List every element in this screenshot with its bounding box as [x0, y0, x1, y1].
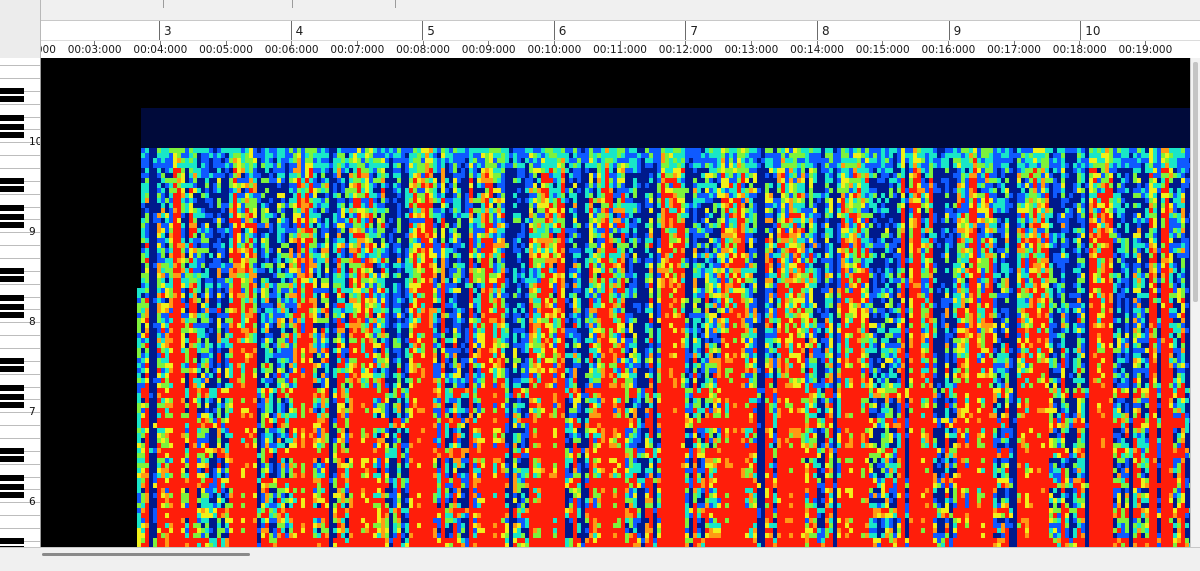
time-label: 00:19:000 [1118, 44, 1172, 56]
piano-black-key[interactable] [0, 205, 24, 211]
piano-black-key[interactable] [0, 178, 24, 184]
time-ruler[interactable]: 00:02:000 00:03:000 00:04:000 00:05:000 00:0… [41, 40, 1200, 60]
spectrogram-editor: 345678910 00:02:00000:03:00000:04:00000:… [0, 0, 1200, 570]
piano-black-key[interactable] [0, 276, 24, 282]
measure-number: 10 [1085, 24, 1100, 38]
time-label: 00:10:000 [527, 44, 581, 56]
piano-black-key[interactable] [0, 124, 24, 130]
time-label: 00:08:000 [396, 44, 450, 56]
white-key-separator [0, 258, 40, 259]
piano-black-key[interactable] [0, 475, 24, 481]
time-label: 00:12:000 [659, 44, 713, 56]
piano-black-key[interactable] [0, 394, 24, 400]
piano-black-key[interactable] [0, 456, 24, 462]
measure-ruler[interactable]: 3 4 5 6 7 8 9 10 [41, 20, 1200, 40]
octave-label: 7 [29, 407, 36, 418]
time-label: 00:11:000 [593, 44, 647, 56]
time-label: 00:04:000 [133, 44, 187, 56]
piano-black-key[interactable] [0, 484, 24, 490]
piano-black-key[interactable] [0, 448, 24, 454]
white-key-separator [0, 425, 40, 426]
measure-number: 6 [559, 24, 567, 38]
piano-black-key[interactable] [0, 214, 24, 220]
piano-black-key[interactable] [0, 312, 24, 318]
white-key-separator [0, 194, 40, 195]
measure-marker[interactable]: 9 [949, 21, 950, 40]
time-label: 00:06:000 [265, 44, 319, 56]
spectrogram-view[interactable] [41, 58, 1190, 547]
octave-label: 9 [29, 227, 36, 238]
spectrogram-canvas[interactable] [41, 58, 1190, 547]
white-key-separator [0, 155, 40, 156]
octave-label: 6 [29, 497, 36, 508]
white-key-separator [0, 284, 40, 285]
white-key-separator [0, 78, 40, 79]
measure-marker[interactable]: 6 [554, 21, 555, 40]
white-key-separator [0, 104, 40, 105]
time-label: 00:16:000 [921, 44, 975, 56]
measure-number: 5 [427, 24, 435, 38]
white-key-separator [0, 528, 40, 529]
white-key-separator [0, 438, 40, 439]
horizontal-scrollbar[interactable] [0, 547, 1200, 571]
top-strip-tick [163, 0, 164, 8]
measure-marker[interactable]: 4 [291, 21, 292, 40]
time-label: 00:18:000 [1053, 44, 1107, 56]
time-label: 00:14:000 [790, 44, 844, 56]
time-label: 00:07:000 [330, 44, 384, 56]
measure-marker[interactable]: 10 [1080, 21, 1081, 40]
piano-black-key[interactable] [0, 295, 24, 301]
white-key-separator [0, 374, 40, 375]
piano-black-key[interactable] [0, 538, 24, 544]
top-strip [0, 0, 1200, 8]
top-strip-tick [292, 0, 293, 8]
measure-number: 3 [164, 24, 172, 38]
measure-marker[interactable]: 5 [422, 21, 423, 40]
white-key-separator [0, 515, 40, 516]
time-label: 00:05:000 [199, 44, 253, 56]
measure-number: 4 [296, 24, 304, 38]
white-key-separator [0, 245, 40, 246]
piano-black-key[interactable] [0, 492, 24, 498]
vertical-scrollbar[interactable] [1190, 58, 1200, 547]
octave-label: 8 [29, 317, 36, 328]
time-label: 00:17:000 [987, 44, 1041, 56]
white-key-separator [0, 335, 40, 336]
piano-black-key[interactable] [0, 132, 24, 138]
time-label: 00:02:000 [41, 44, 56, 56]
measure-marker[interactable]: 8 [817, 21, 818, 40]
measure-number: 8 [822, 24, 830, 38]
spectrogram-noise-band [141, 108, 1190, 148]
piano-black-key[interactable] [0, 268, 24, 274]
time-label: 00:13:000 [724, 44, 778, 56]
piano-black-key[interactable] [0, 304, 24, 310]
piano-black-key[interactable] [0, 402, 24, 408]
measure-marker[interactable]: 3 [159, 21, 160, 40]
spectrogram-cells [137, 148, 1190, 547]
piano-black-key[interactable] [0, 358, 24, 364]
piano-black-key[interactable] [0, 186, 24, 192]
time-label: 00:15:000 [856, 44, 910, 56]
time-label: 00:03:000 [68, 44, 122, 56]
vertical-scrollbar-thumb[interactable] [1193, 62, 1198, 302]
octave-label: 10 [29, 137, 41, 148]
white-key-separator [0, 168, 40, 169]
piano-black-key[interactable] [0, 385, 24, 391]
measure-number: 9 [954, 24, 962, 38]
measure-marker[interactable]: 7 [685, 21, 686, 40]
white-key-separator [0, 65, 40, 66]
white-key-separator [0, 464, 40, 465]
piano-black-key[interactable] [0, 366, 24, 372]
piano-black-key[interactable] [0, 115, 24, 121]
measure-number: 7 [690, 24, 698, 38]
horizontal-scrollbar-thumb[interactable] [42, 553, 250, 556]
piano-black-key[interactable] [0, 222, 24, 228]
piano-keyboard[interactable]: 10 9 8 7 6 [0, 58, 41, 547]
piano-black-key[interactable] [0, 88, 24, 94]
time-label: 00:09:000 [462, 44, 516, 56]
piano-black-key[interactable] [0, 96, 24, 102]
top-strip-tick [395, 0, 396, 8]
white-key-separator [0, 348, 40, 349]
